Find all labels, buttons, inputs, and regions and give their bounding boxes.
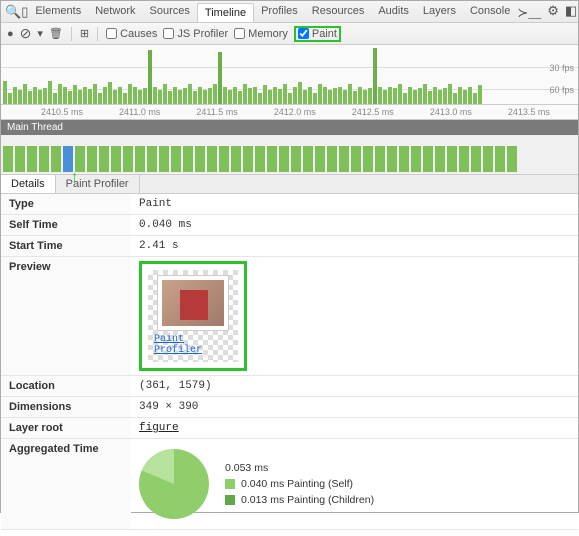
row-preview-key: Preview bbox=[1, 257, 131, 376]
tab-elements[interactable]: Elements bbox=[28, 2, 88, 22]
timeline-toolbar: ● ⊘ ▾ 🗑 ⊞ Causes JS Profiler Memory Pain… bbox=[1, 23, 578, 45]
overview-chart[interactable]: 30 fps 60 fps bbox=[1, 45, 578, 105]
tab-network[interactable]: Network bbox=[88, 2, 142, 22]
row-location-val: (361, 1579) bbox=[131, 376, 578, 397]
device-icon[interactable]: ▯ bbox=[21, 4, 28, 20]
devtools-topbar: 🔍 ▯ Elements Network Sources Timeline Pr… bbox=[1, 1, 578, 23]
tab-paint-profiler[interactable]: Paint Profiler bbox=[56, 175, 140, 193]
paint-checkbox[interactable]: Paint bbox=[298, 28, 337, 40]
aggregated-pie-chart bbox=[139, 449, 209, 519]
agg-children: 0.013 ms Painting (Children) bbox=[241, 494, 374, 506]
paint-checkbox-highlight: Paint bbox=[294, 26, 341, 42]
separator bbox=[71, 27, 72, 41]
tab-audits[interactable]: Audits bbox=[371, 2, 416, 22]
row-type-key: Type bbox=[1, 194, 131, 215]
row-dimensions-key: Dimensions bbox=[1, 397, 131, 418]
pie-legend: 0.053 ms 0.040 ms Painting (Self) 0.013 … bbox=[225, 462, 374, 506]
bars bbox=[1, 45, 578, 104]
search-icon[interactable]: 🔍 bbox=[5, 4, 21, 20]
clear-button[interactable]: ⊘ bbox=[20, 25, 32, 42]
gc-icon[interactable]: 🗑 bbox=[49, 27, 63, 40]
layer-root-link[interactable]: figure bbox=[139, 422, 179, 434]
tab-layers[interactable]: Layers bbox=[416, 2, 463, 22]
jsprofiler-checkbox[interactable]: JS Profiler bbox=[163, 28, 228, 40]
memory-checkbox[interactable]: Memory bbox=[234, 28, 288, 40]
row-type-val: Paint bbox=[131, 194, 578, 215]
row-location-key: Location bbox=[1, 376, 131, 397]
row-layerroot-key: Layer root bbox=[1, 418, 131, 439]
paint-thumbnail bbox=[158, 276, 228, 330]
row-selftime-val: 0.040 ms bbox=[131, 215, 578, 236]
row-starttime-key: Start Time bbox=[1, 236, 131, 257]
separator bbox=[97, 27, 98, 41]
agg-self: 0.040 ms Painting (Self) bbox=[241, 478, 353, 490]
tab-sources[interactable]: Sources bbox=[143, 2, 197, 22]
row-starttime-val: 2.41 s bbox=[131, 236, 578, 257]
tab-resources[interactable]: Resources bbox=[305, 2, 372, 22]
dock-icon[interactable]: ◧ bbox=[565, 3, 577, 21]
view-icon[interactable]: ⊞ bbox=[80, 27, 89, 40]
drawer-icon[interactable]: ≻⸏ bbox=[517, 3, 541, 21]
tab-details[interactable]: Details bbox=[1, 175, 56, 193]
details-table: TypePaint Self Time0.040 ms Start Time2.… bbox=[1, 194, 578, 530]
agg-total: 0.053 ms bbox=[225, 462, 268, 474]
settings-icon[interactable]: ⚙ bbox=[547, 3, 559, 21]
main-thread-header: Main Thread bbox=[1, 120, 578, 135]
tab-timeline[interactable]: Timeline bbox=[197, 3, 254, 22]
tab-console[interactable]: Console bbox=[463, 2, 517, 22]
record-button[interactable]: ● bbox=[7, 28, 14, 40]
causes-checkbox[interactable]: Causes bbox=[106, 28, 157, 40]
swatch-self bbox=[225, 479, 235, 489]
filter-icon[interactable]: ▾ bbox=[37, 27, 43, 40]
row-aggtime-key: Aggregated Time bbox=[1, 439, 131, 530]
main-thread-flame[interactable]: ↑ bbox=[1, 135, 578, 175]
row-dimensions-val: 349 × 390 bbox=[131, 397, 578, 418]
swatch-children bbox=[225, 495, 235, 505]
selection-arrow-icon: ↑ bbox=[71, 168, 78, 184]
panel-tabs: Elements Network Sources Timeline Profil… bbox=[28, 2, 517, 22]
tab-profiles[interactable]: Profiles bbox=[254, 2, 305, 22]
detail-tabs: Details Paint Profiler bbox=[1, 175, 578, 194]
time-ruler: 2410.5 ms2411.0 ms2411.5 ms2412.0 ms2412… bbox=[1, 105, 578, 120]
row-selftime-key: Self Time bbox=[1, 215, 131, 236]
preview-highlight: Paint Profiler bbox=[139, 261, 247, 371]
paint-profiler-link[interactable]: Paint Profiler bbox=[154, 334, 232, 356]
